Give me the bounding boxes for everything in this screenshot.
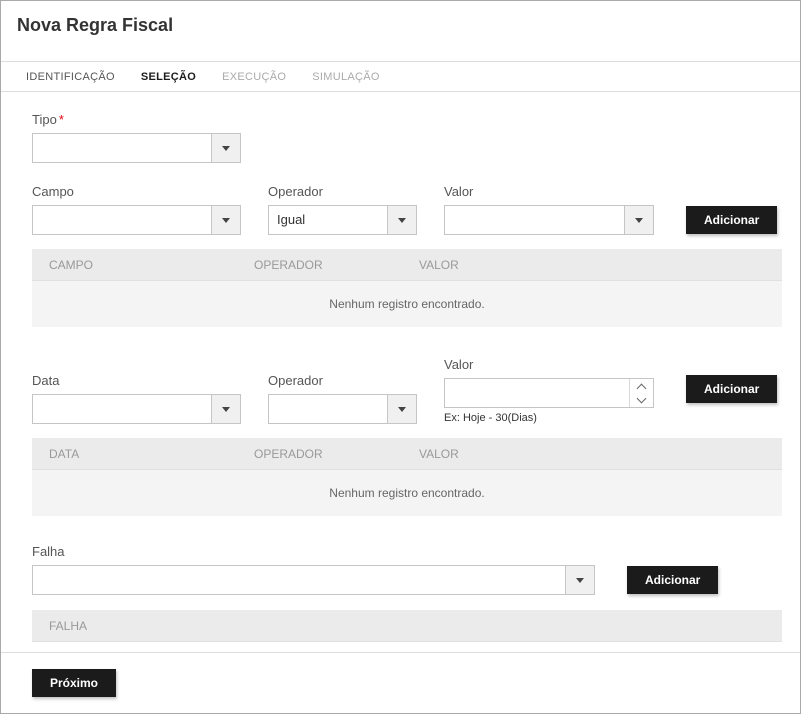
- operador-dropdown-button[interactable]: [387, 206, 416, 234]
- chevron-down-icon: [398, 218, 406, 223]
- campo-table-header: CAMPO OPERADOR VALOR: [32, 249, 782, 281]
- page-header: Nova Regra Fiscal: [1, 1, 800, 62]
- page-footer: Próximo: [1, 653, 800, 697]
- spinner-up-button[interactable]: [630, 379, 653, 393]
- data-valor-spinner[interactable]: [444, 378, 654, 408]
- required-asterisk: *: [59, 112, 64, 127]
- campo-label: Campo: [32, 184, 241, 199]
- tab-selecao[interactable]: SELEÇÃO: [128, 63, 209, 91]
- tipo-label: Tipo*: [32, 112, 241, 127]
- selection-form: Tipo* Campo Operador Igual: [1, 92, 800, 642]
- spinner-down-button[interactable]: [630, 393, 653, 407]
- column-header-campo: CAMPO: [32, 258, 254, 272]
- data-table-header: DATA OPERADOR VALOR: [32, 438, 782, 470]
- data-valor-hint: Ex: Hoje - 30(Dias): [444, 412, 654, 424]
- new-fiscal-rule-page: Nova Regra Fiscal IDENTIFICAÇÃO SELEÇÃO …: [0, 0, 801, 714]
- operador-select-value: Igual: [269, 206, 387, 234]
- falha-select[interactable]: [32, 565, 595, 595]
- chevron-down-icon: [222, 407, 230, 412]
- data-operador-select[interactable]: [268, 394, 417, 424]
- data-table: DATA OPERADOR VALOR Nenhum registro enco…: [32, 438, 782, 516]
- valor-select-value: [445, 206, 624, 234]
- tipo-dropdown-button[interactable]: [211, 134, 240, 162]
- page-title: Nova Regra Fiscal: [17, 15, 784, 36]
- chevron-down-icon: [637, 393, 647, 403]
- data-table-empty-message: Nenhum registro encontrado.: [32, 470, 782, 516]
- data-filter-row: Data Operador Valor: [32, 357, 780, 424]
- operador-label: Operador: [268, 184, 417, 199]
- column-header-valor: VALOR: [419, 447, 782, 461]
- campo-table: CAMPO OPERADOR VALOR Nenhum registro enc…: [32, 249, 782, 327]
- campo-select[interactable]: [32, 205, 241, 235]
- campo-dropdown-button[interactable]: [211, 206, 240, 234]
- column-header-operador: OPERADOR: [254, 447, 419, 461]
- data-operador-select-value: [269, 395, 387, 423]
- data-operador-label: Operador: [268, 373, 417, 388]
- falha-table: FALHA: [32, 610, 782, 642]
- chevron-down-icon: [576, 578, 584, 583]
- falha-dropdown-button[interactable]: [565, 566, 594, 594]
- adicionar-data-button[interactable]: Adicionar: [686, 375, 777, 403]
- adicionar-campo-button[interactable]: Adicionar: [686, 206, 777, 234]
- chevron-down-icon: [635, 218, 643, 223]
- tipo-select-value: [33, 134, 211, 162]
- data-dropdown-button[interactable]: [211, 395, 240, 423]
- column-header-data: DATA: [32, 447, 254, 461]
- tipo-field-group: Tipo*: [32, 112, 241, 163]
- valor-label: Valor: [444, 184, 654, 199]
- falha-table-header: FALHA: [32, 610, 782, 642]
- chevron-down-icon: [222, 218, 230, 223]
- data-valor-label: Valor: [444, 357, 654, 372]
- column-header-valor: VALOR: [419, 258, 782, 272]
- valor-dropdown-button[interactable]: [624, 206, 653, 234]
- tab-simulacao[interactable]: SIMULAÇÃO: [299, 63, 393, 91]
- tab-bar: IDENTIFICAÇÃO SELEÇÃO EXECUÇÃO SIMULAÇÃO: [1, 62, 800, 92]
- falha-label: Falha: [32, 544, 595, 559]
- chevron-down-icon: [398, 407, 406, 412]
- tab-identificacao[interactable]: IDENTIFICAÇÃO: [13, 63, 128, 91]
- operador-select[interactable]: Igual: [268, 205, 417, 235]
- chevron-down-icon: [222, 146, 230, 151]
- tipo-select[interactable]: [32, 133, 241, 163]
- campo-table-empty-message: Nenhum registro encontrado.: [32, 281, 782, 327]
- campo-filter-row: Campo Operador Igual Valor: [32, 184, 780, 235]
- tab-execucao[interactable]: EXECUÇÃO: [209, 63, 299, 91]
- data-select[interactable]: [32, 394, 241, 424]
- falha-filter-row: Falha Adicionar: [32, 544, 780, 595]
- chevron-up-icon: [637, 383, 647, 393]
- campo-select-value: [33, 206, 211, 234]
- column-header-falha: FALHA: [32, 619, 254, 633]
- column-header-operador: OPERADOR: [254, 258, 419, 272]
- adicionar-falha-button[interactable]: Adicionar: [627, 566, 718, 594]
- data-label: Data: [32, 373, 241, 388]
- data-valor-input[interactable]: [445, 379, 629, 407]
- proximo-button[interactable]: Próximo: [32, 669, 116, 697]
- falha-select-value: [33, 566, 565, 594]
- spinner-buttons: [629, 379, 653, 407]
- valor-select[interactable]: [444, 205, 654, 235]
- data-select-value: [33, 395, 211, 423]
- data-operador-dropdown-button[interactable]: [387, 395, 416, 423]
